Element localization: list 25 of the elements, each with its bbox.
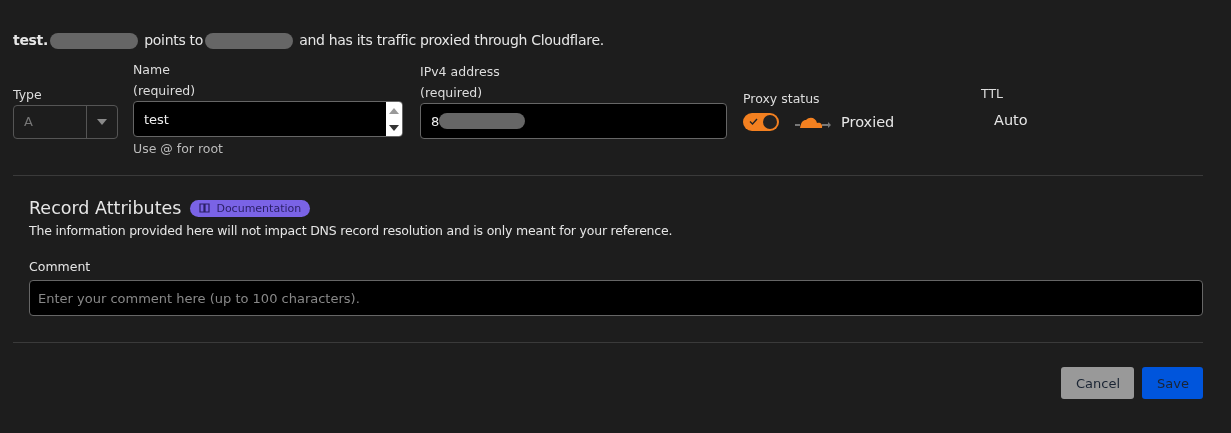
spinner-icon[interactable] <box>386 102 402 136</box>
field-label: TTL <box>981 85 1004 103</box>
cancel-button[interactable]: Cancel <box>1061 367 1134 399</box>
intro-sentence: test. points to and has its traffic proxied through Cloudflare. <box>13 32 604 49</box>
field-label: Name <box>133 61 171 79</box>
book-icon <box>199 203 211 213</box>
field-hint: Use @ for root <box>133 140 225 156</box>
comment-input[interactable]: Enter your comment here (up to 100 characters). <box>29 280 1203 316</box>
section-description: The information provided here will not impact DNS record resolution and is only meant for your reference. <box>29 223 674 238</box>
required-note: (required) <box>133 82 197 100</box>
caret-icon <box>97 119 107 125</box>
required-note: (required) <box>420 84 484 102</box>
proxy-toggle[interactable] <box>743 113 779 131</box>
field-label: Proxy status <box>743 90 821 108</box>
documentation-link[interactable]: Documentation <box>190 199 311 217</box>
section-title: Record Attributes <box>29 198 182 218</box>
field-label: IPv4 address <box>420 63 501 81</box>
proxy-status-text: Proxied <box>841 114 895 130</box>
field-label: Type <box>13 86 43 104</box>
ttl-value: Auto <box>994 112 1028 128</box>
field-label: Comment <box>29 259 92 274</box>
ipv4-input[interactable]: 8 <box>420 103 727 139</box>
check-icon <box>749 118 758 125</box>
name-input[interactable]: test <box>133 101 403 137</box>
type-select[interactable]: A <box>13 105 118 139</box>
